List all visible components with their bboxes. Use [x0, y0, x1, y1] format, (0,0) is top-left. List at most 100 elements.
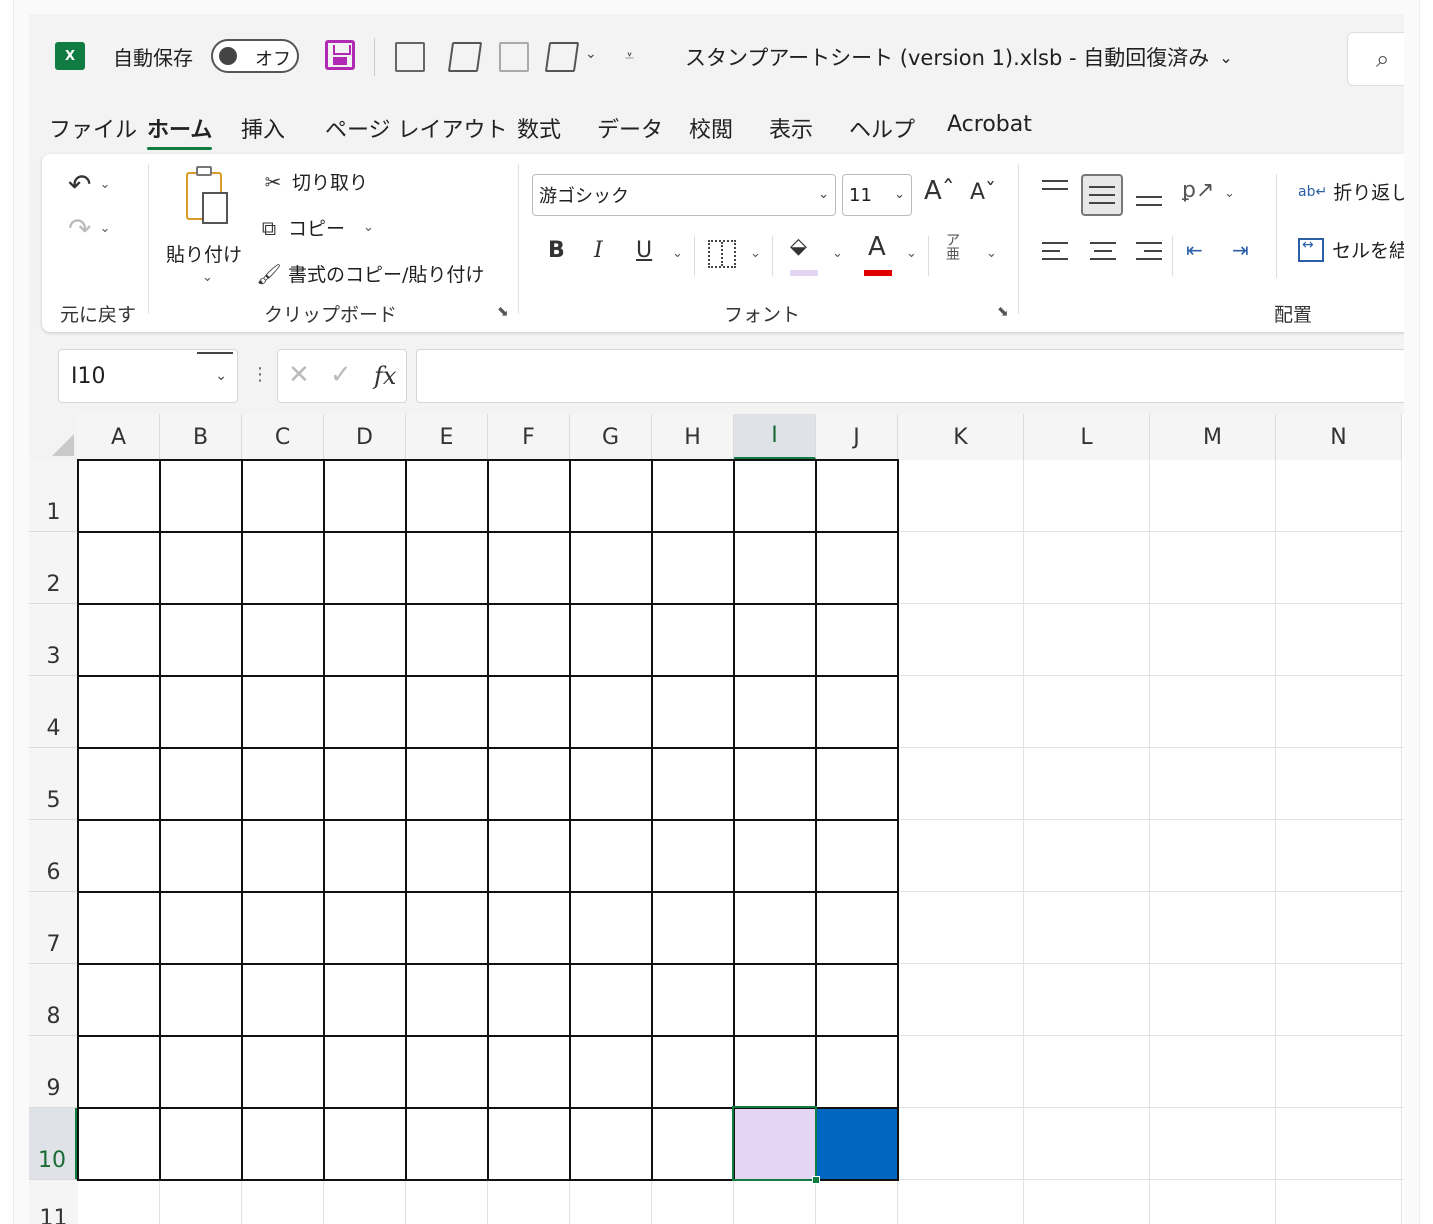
sign-document-icon[interactable] [544, 42, 580, 72]
select-all-button[interactable] [29, 414, 78, 460]
phonetic-guide-icon[interactable]: ア亜 [946, 234, 960, 262]
wrap-text-button[interactable]: ab↵ 折り返し [1298, 178, 1404, 205]
chevron-down-icon[interactable]: ⌄ [986, 246, 997, 261]
row-header-2[interactable]: 2 [29, 532, 78, 604]
tab-formulas[interactable]: 数式 [517, 112, 561, 144]
tab-page-layout[interactable]: ページ レイアウト [325, 112, 508, 144]
column-header-d[interactable]: D [324, 414, 406, 460]
column-header-e[interactable]: E [406, 414, 488, 460]
dialog-launcher-icon[interactable]: ⬊ [497, 304, 509, 320]
row-header-8[interactable]: 8 [29, 964, 78, 1036]
chevron-down-icon[interactable]: ⌄ [906, 246, 917, 261]
paste-button[interactable]: 貼り付け [166, 240, 242, 267]
redo-icon: ↷ [68, 212, 92, 245]
row-header-11[interactable]: 11 [29, 1180, 78, 1224]
column-header-c[interactable]: C [242, 414, 324, 460]
tab-file[interactable]: ファイル [49, 112, 137, 144]
document-title[interactable]: スタンプアートシート (version 1).xlsb - 自動回復済み ⌄ [685, 42, 1233, 72]
chevron-down-icon[interactable]: ⌄ [202, 270, 213, 285]
save-icon[interactable] [325, 40, 355, 70]
search-button[interactable]: ⌕ [1347, 32, 1404, 86]
name-box[interactable]: I10 ⌄ [58, 349, 238, 403]
decrease-indent-icon[interactable]: ⇤ [1186, 238, 1203, 262]
chevron-down-icon[interactable]: ⌄ [672, 246, 683, 261]
tab-acrobat[interactable]: Acrobat [947, 112, 1032, 137]
row-header-1[interactable]: 1 [29, 460, 78, 532]
column-header-f[interactable]: F [488, 414, 570, 460]
cell-border [487, 459, 489, 1181]
customize-toolbar-icon[interactable]: ⩡ [625, 46, 634, 66]
format-painter-button[interactable]: 🖌 書式のコピー/貼り付け [256, 260, 484, 287]
increase-indent-icon[interactable]: ⇥ [1232, 238, 1249, 262]
toolbar-divider [374, 38, 375, 76]
row-header-7[interactable]: 7 [29, 892, 78, 964]
orientation-icon[interactable]: ꝑ↗ [1182, 178, 1214, 203]
tab-view[interactable]: 表示 [769, 112, 813, 144]
align-top-icon[interactable] [1042, 180, 1072, 204]
autosave-toggle[interactable]: オフ [211, 39, 299, 73]
grow-font-icon[interactable]: Aˆ [924, 176, 955, 206]
worksheet-grid[interactable]: A B C D E F G H I J K L M N 1 2 3 4 5 6 7 8 9 10 11 [29, 414, 1404, 1224]
font-size-value: 11 [849, 184, 872, 206]
tab-data[interactable]: データ [597, 112, 663, 144]
chevron-down-icon[interactable]: ⌄ [1224, 186, 1235, 201]
chevron-down-icon[interactable]: ⌄ [832, 246, 843, 261]
form-icon[interactable] [395, 42, 425, 72]
align-left-icon[interactable] [1042, 242, 1072, 266]
column-header-a[interactable]: A [78, 414, 160, 460]
column-header-l[interactable]: L [1024, 414, 1150, 460]
tab-review[interactable]: 校閲 [689, 112, 733, 144]
fill-handle[interactable] [812, 1176, 820, 1184]
row-header-10[interactable]: 10 [29, 1108, 78, 1180]
font-size-select[interactable]: 11 ⌄ [842, 174, 912, 216]
column-header-j[interactable]: J [816, 414, 898, 460]
column-header-b[interactable]: B [160, 414, 242, 460]
column-header-m[interactable]: M [1150, 414, 1276, 460]
chevron-down-icon[interactable]: ⌄ [750, 246, 761, 261]
column-header-n[interactable]: N [1276, 414, 1402, 460]
resize-handle-icon[interactable]: ⋮ [251, 364, 269, 385]
underline-button[interactable]: U [636, 238, 652, 263]
undo-button[interactable]: ↶ ⌄ [68, 168, 110, 201]
row-header-4[interactable]: 4 [29, 676, 78, 748]
borders-icon[interactable] [708, 240, 736, 268]
redo-button[interactable]: ↷ ⌄ [68, 212, 110, 245]
cell-border [651, 459, 653, 1181]
align-bottom-icon[interactable] [1136, 188, 1166, 212]
font-color-icon[interactable]: A [868, 232, 886, 262]
fill-color-icon[interactable]: ⬙ [790, 234, 807, 259]
formula-input[interactable] [416, 349, 1404, 403]
row-header-5[interactable]: 5 [29, 748, 78, 820]
cut-button[interactable]: ✂ 切り取り [260, 168, 368, 195]
row-header-6[interactable]: 6 [29, 820, 78, 892]
edit-document-icon[interactable] [447, 42, 483, 72]
column-header-k[interactable]: K [898, 414, 1024, 460]
merge-center-button[interactable]: セルを結 [1298, 236, 1404, 263]
align-middle-button[interactable] [1081, 174, 1123, 216]
font-name-select[interactable]: 游ゴシック ⌄ [532, 174, 836, 216]
paste-icon[interactable] [182, 166, 232, 226]
tab-home[interactable]: ホーム [147, 112, 213, 150]
cancel-icon[interactable]: ✕ [288, 360, 310, 390]
column-header-g[interactable]: G [570, 414, 652, 460]
tab-help[interactable]: ヘルプ [849, 112, 915, 144]
copy-label: コピー [288, 218, 346, 240]
italic-button[interactable]: I [594, 238, 603, 263]
column-header-h[interactable]: H [652, 414, 734, 460]
align-center-icon[interactable] [1090, 242, 1120, 266]
row-header-3[interactable]: 3 [29, 604, 78, 676]
row-header-9[interactable]: 9 [29, 1036, 78, 1108]
copy-button[interactable]: ⧉ コピー ⌄ [256, 214, 374, 241]
gridline [1275, 460, 1276, 1224]
tab-insert[interactable]: 挿入 [241, 112, 285, 144]
align-right-icon[interactable] [1136, 242, 1166, 266]
chevron-down-icon[interactable]: ⌄ [585, 46, 597, 62]
column-header-i[interactable]: I [734, 414, 816, 460]
shrink-font-icon[interactable]: Aˇ [970, 180, 996, 205]
check-icon[interactable]: ✓ [330, 360, 352, 390]
document-icon[interactable] [499, 42, 529, 72]
insert-function-icon[interactable]: fx [374, 362, 396, 390]
bold-button[interactable]: B [548, 238, 565, 263]
cell-j10[interactable] [816, 1108, 898, 1180]
dialog-launcher-icon[interactable]: ⬊ [997, 304, 1009, 320]
